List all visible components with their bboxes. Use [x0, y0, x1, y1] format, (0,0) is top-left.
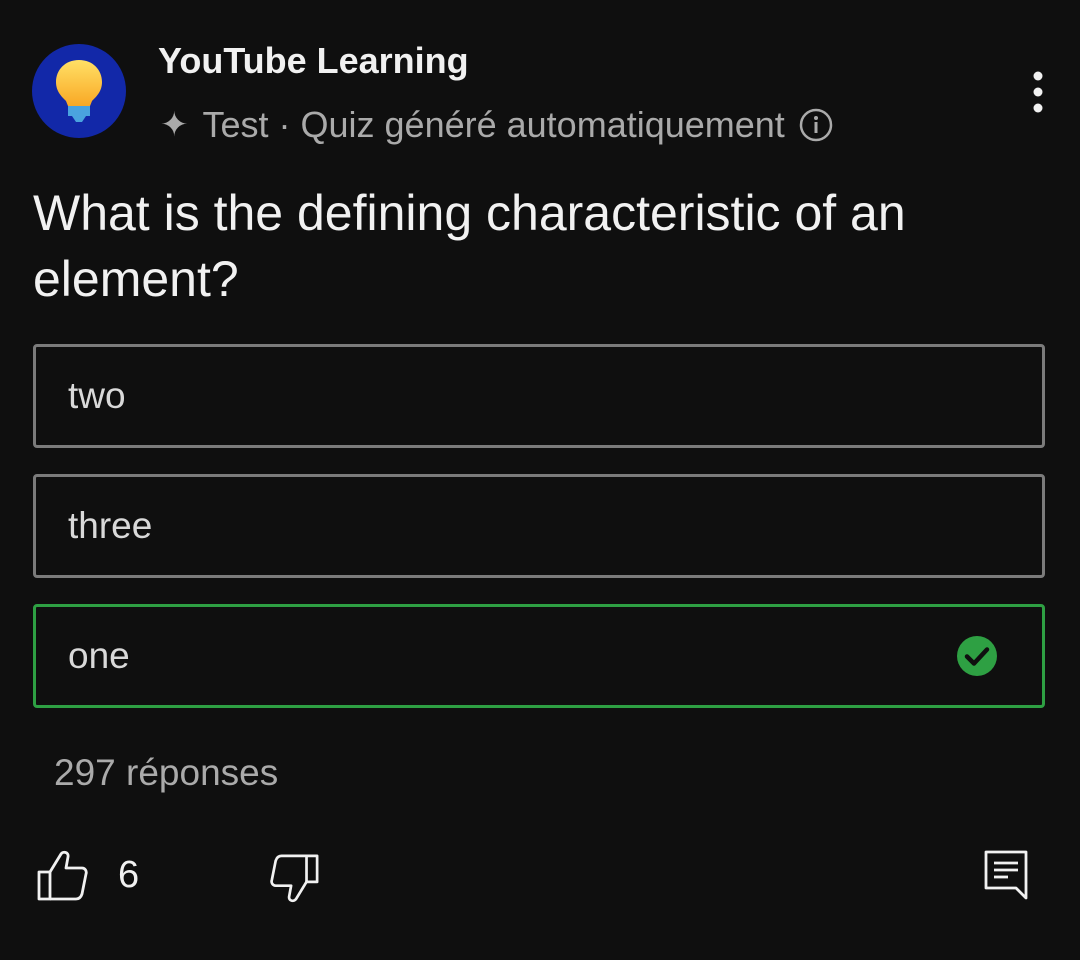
like-count: 6 — [118, 853, 140, 896]
quiz-option-one-correct[interactable]: one — [33, 604, 1045, 708]
quiz-option-three[interactable]: three — [33, 474, 1045, 578]
comment-icon — [984, 850, 1028, 900]
quiz-question: What is the defining characteristic of a… — [33, 185, 906, 307]
like-button[interactable]: 6 — [36, 848, 139, 902]
vertical-dots-icon — [1033, 71, 1043, 113]
check-circle-icon — [957, 636, 997, 676]
option-label: one — [68, 635, 130, 676]
thumbs-up-icon — [37, 850, 88, 901]
thumbs-down-icon — [270, 854, 319, 903]
option-label: two — [68, 375, 126, 416]
subtitle-text: Test · Quiz généré automatiquement — [202, 104, 785, 145]
channel-name[interactable]: YouTube Learning — [158, 40, 469, 82]
channel-avatar[interactable] — [32, 44, 126, 138]
sparkle-icon: ✦ — [160, 106, 189, 144]
quiz-post: YouTube Learning ✦ Test · Quiz généré au… — [0, 0, 1080, 960]
option-label: three — [68, 505, 153, 546]
lightbulb-icon — [56, 60, 102, 122]
more-options-button[interactable] — [1014, 66, 1062, 118]
quiz-option-two[interactable]: two — [33, 344, 1045, 448]
post-subtitle: ✦ Test · Quiz généré automatiquement — [160, 104, 833, 146]
dislike-button[interactable] — [268, 852, 320, 904]
info-icon[interactable] — [799, 108, 833, 142]
response-count: 297 réponses — [54, 752, 279, 793]
comments-button[interactable] — [982, 848, 1030, 902]
